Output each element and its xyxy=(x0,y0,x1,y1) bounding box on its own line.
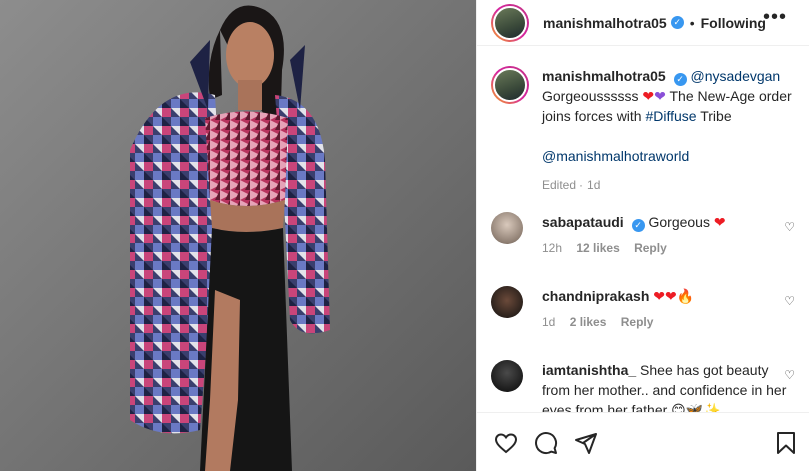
caption-text-3: Tribe xyxy=(700,108,732,124)
caption-body: manishmalhotra05 ✓ @nysadevgan Gorgeouss… xyxy=(542,66,795,166)
emoji-icon: 😊🦋✨ xyxy=(671,402,721,412)
caption-avatar[interactable] xyxy=(491,66,529,104)
reply-button[interactable]: Reply xyxy=(621,315,654,329)
comment-avatar[interactable] xyxy=(491,212,523,244)
avatar[interactable] xyxy=(491,3,529,42)
caption-meta: Edited · 1d xyxy=(542,178,601,192)
more-icon[interactable]: ••• xyxy=(763,6,787,29)
fire-emoji-icon: 🔥 xyxy=(676,288,695,304)
post-photo xyxy=(0,0,476,471)
comment-time: 1d xyxy=(542,315,556,329)
comment-username[interactable]: iamtanishtha_ xyxy=(542,362,636,378)
comment-body: iamtanishtha_ Shee has got beauty from h… xyxy=(542,360,795,412)
following-button[interactable]: Following xyxy=(701,15,766,31)
heart-emoji-icon: ❤ xyxy=(642,88,655,104)
comment-likes[interactable]: 12 likes xyxy=(576,241,619,255)
comment-time: 12h xyxy=(542,241,563,255)
comment-icon[interactable] xyxy=(534,431,558,455)
heart-emoji-icon: ❤ xyxy=(713,214,726,230)
edited-label: Edited xyxy=(542,178,577,192)
heart-emoji-icon: ❤❤ xyxy=(653,288,677,304)
comment-username[interactable]: chandniprakash xyxy=(542,288,649,304)
heart-icon[interactable] xyxy=(494,431,518,455)
action-bar xyxy=(477,412,809,471)
comment-text: Gorgeous xyxy=(648,214,710,230)
like-comment-heart-icon[interactable]: ♡ xyxy=(784,368,795,382)
caption-text: Gorgeoussssss xyxy=(542,88,639,104)
share-icon[interactable] xyxy=(574,431,598,455)
comment-body: sabapataudi ✓ Gorgeous ❤ xyxy=(542,212,795,232)
purple-heart-emoji-icon: ❤ xyxy=(654,88,666,104)
post-panel: manishmalhotra05 ✓ • Following ••• manis… xyxy=(476,0,809,471)
comment-item: chandniprakash ❤❤🔥 1d 2 likes Reply ♡ xyxy=(491,286,795,329)
comment-likes[interactable]: 2 likes xyxy=(570,315,607,329)
mention-link-2[interactable]: @manishmalhotraworld xyxy=(542,148,689,164)
like-comment-heart-icon[interactable]: ♡ xyxy=(784,294,795,308)
post-image[interactable] xyxy=(0,0,476,471)
mention-link[interactable]: @nysadevgan xyxy=(691,68,781,84)
caption-time: 1d xyxy=(587,178,601,192)
verified-icon: ✓ xyxy=(670,16,684,29)
comment-item: sabapataudi ✓ Gorgeous ❤ 12h 12 likes Re… xyxy=(491,212,795,255)
verified-icon: ✓ xyxy=(673,73,687,86)
comment-body: chandniprakash ❤❤🔥 xyxy=(542,286,795,306)
comment-item: iamtanishtha_ Shee has got beauty from h… xyxy=(491,360,795,412)
comment-username[interactable]: sabapataudi xyxy=(542,214,624,230)
verified-icon: ✓ xyxy=(631,219,645,232)
comment-avatar[interactable] xyxy=(491,360,523,392)
post-header: manishmalhotra05 ✓ • Following ••• xyxy=(477,0,809,46)
reply-button[interactable]: Reply xyxy=(634,241,667,255)
comments-list[interactable]: manishmalhotra05 ✓ @nysadevgan Gorgeouss… xyxy=(477,46,809,412)
caption: manishmalhotra05 ✓ @nysadevgan Gorgeouss… xyxy=(491,66,795,192)
separator-dot: • xyxy=(689,14,695,31)
comment-meta: 1d 2 likes Reply xyxy=(542,315,795,329)
comment-avatar[interactable] xyxy=(491,286,523,318)
header-username[interactable]: manishmalhotra05 xyxy=(543,15,667,31)
hashtag-link[interactable]: #Diffuse xyxy=(645,108,696,124)
like-comment-heart-icon[interactable]: ♡ xyxy=(784,220,795,234)
bookmark-icon[interactable] xyxy=(774,431,798,455)
caption-username[interactable]: manishmalhotra05 xyxy=(542,68,666,84)
comment-meta: 12h 12 likes Reply xyxy=(542,241,795,255)
